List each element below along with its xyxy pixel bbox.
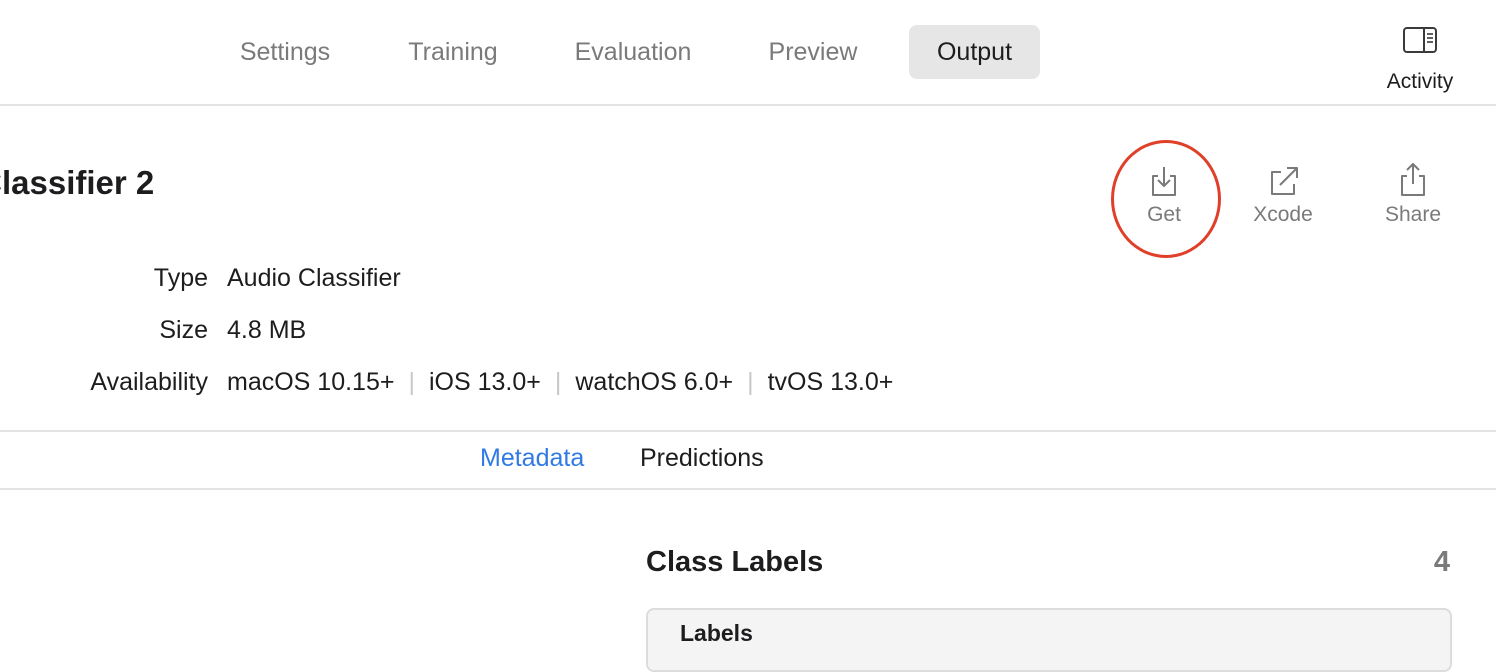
- separator: |: [408, 368, 415, 396]
- class-labels-table: Labels: [646, 608, 1452, 672]
- separator: |: [747, 368, 754, 396]
- platform-tvos: tvOS 13.0+: [767, 368, 894, 396]
- share-label: Share: [1384, 203, 1442, 226]
- activity-button[interactable]: Activity: [1370, 22, 1470, 102]
- share-icon: [1397, 160, 1429, 198]
- platform-watchos: watchOS 6.0+: [575, 368, 734, 396]
- type-key: Type: [153, 264, 208, 292]
- tab-settings[interactable]: Settings: [225, 25, 345, 79]
- type-value: Audio Classifier: [227, 264, 401, 292]
- subtab-predictions[interactable]: Predictions: [640, 444, 764, 473]
- size-key: Size: [159, 316, 208, 344]
- share-button[interactable]: Share: [1363, 160, 1463, 240]
- tab-training[interactable]: Training: [393, 25, 513, 79]
- highlight-circle: [1111, 140, 1221, 258]
- tab-output[interactable]: Output: [909, 25, 1040, 79]
- open-external-icon: [1267, 164, 1301, 198]
- availability-key: Availability: [90, 368, 208, 396]
- xcode-button[interactable]: Xcode: [1233, 160, 1333, 240]
- separator: |: [554, 368, 562, 396]
- class-labels-title: Class Labels: [646, 546, 824, 578]
- divider: [0, 430, 1496, 432]
- size-value: 4.8 MB: [227, 316, 307, 344]
- tab-evaluation[interactable]: Evaluation: [560, 25, 706, 79]
- platform-ios: iOS 13.0+: [428, 368, 541, 396]
- class-labels-count: 4: [1433, 546, 1450, 578]
- top-tab-bar: Settings Training Evaluation Preview Out…: [0, 0, 1496, 106]
- divider: [0, 488, 1496, 490]
- availability-list: macOS 10.15+ | iOS 13.0+ | watchOS 6.0+ | tvOS…: [227, 368, 893, 397]
- model-title: dClassifier 2: [0, 164, 155, 201]
- sidebar-icon: [1402, 26, 1438, 54]
- labels-column-header[interactable]: Labels: [680, 620, 753, 647]
- xcode-label: Xcode: [1253, 203, 1313, 226]
- subtab-metadata[interactable]: Metadata: [480, 444, 584, 473]
- tab-preview[interactable]: Preview: [755, 25, 871, 79]
- activity-label: Activity: [1386, 70, 1454, 93]
- platform-macos: macOS 10.15+: [227, 368, 395, 396]
